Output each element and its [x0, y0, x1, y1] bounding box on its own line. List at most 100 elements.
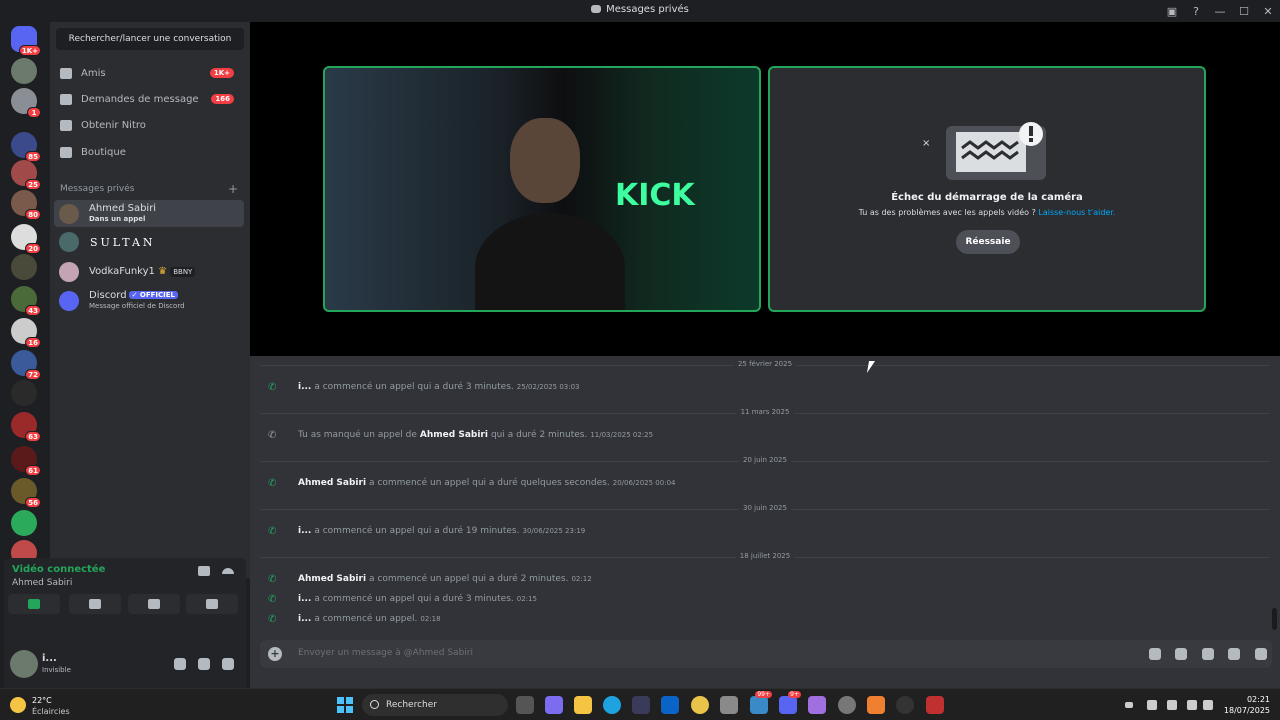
nav-nitro[interactable]: Obtenir Nitro [54, 112, 244, 138]
user-mention[interactable]: i... [298, 594, 311, 604]
home-button[interactable]: 1K+ [11, 26, 41, 56]
sticker-icon[interactable] [1202, 648, 1214, 660]
nav-friends[interactable]: Amis 1K+ [54, 60, 244, 86]
neon-sign: KICK [615, 178, 695, 213]
server-icon[interactable]: 61 [11, 446, 41, 476]
help-link[interactable]: Laisse-nous t'aider. [1038, 208, 1115, 217]
server-icon[interactable] [11, 510, 37, 536]
user-mention[interactable]: Ahmed Sabiri [298, 574, 366, 584]
date-divider: 18 juillet 2025 [260, 552, 1270, 560]
copilot-icon[interactable] [545, 696, 563, 714]
game-icon[interactable] [808, 696, 826, 714]
gear-icon[interactable] [222, 658, 234, 670]
apps-icon[interactable] [1255, 648, 1267, 660]
call-log-message: ✆ Ahmed Sabiri a commencé un appel qui a d… [268, 478, 676, 489]
soundboard-button[interactable] [186, 594, 238, 614]
phone-icon: ✆ [268, 526, 277, 537]
nav-message-requests[interactable]: Demandes de message 166 [54, 86, 244, 112]
app-icon[interactable] [838, 696, 856, 714]
app-icon[interactable] [896, 696, 914, 714]
server-icon[interactable] [11, 380, 37, 406]
app-icon[interactable] [720, 696, 738, 714]
search-icon [370, 700, 379, 709]
unread-badge: 16 [25, 337, 41, 348]
video-tile-ahmed[interactable]: KICK [323, 66, 761, 312]
edge-icon[interactable] [603, 696, 621, 714]
messages-app-icon[interactable]: 99+ [750, 691, 772, 714]
user-mention[interactable]: i... [298, 382, 311, 392]
noise-suppression-icon[interactable] [198, 566, 210, 576]
server-icon[interactable]: 63 [11, 412, 41, 442]
requests-badge: 166 [211, 94, 234, 104]
server-icon[interactable]: 25 [11, 160, 41, 190]
gif-icon[interactable] [1175, 648, 1187, 660]
soundboard-icon [206, 599, 218, 609]
create-dm-button[interactable]: + [228, 182, 238, 196]
chrome-icon[interactable] [691, 696, 709, 714]
server-icon[interactable]: 72 [11, 350, 41, 380]
search-conversation-button[interactable]: Rechercher/lancer une conversation [56, 28, 244, 50]
app-icon[interactable] [867, 696, 885, 714]
close-button[interactable]: ✕ [1256, 5, 1280, 18]
attach-button[interactable]: + [268, 647, 282, 661]
nav-shop[interactable]: Boutique [54, 139, 244, 165]
discord-icon [591, 5, 602, 13]
retry-button[interactable]: Réessaie [956, 230, 1020, 254]
server-icon[interactable]: 43 [11, 286, 41, 316]
network-icon[interactable] [1187, 700, 1197, 710]
emoji-icon[interactable] [1228, 648, 1240, 660]
server-icon[interactable] [11, 58, 37, 84]
dm-vodkafunky1[interactable]: VodkaFunky1 ♛ BBNY [54, 258, 244, 285]
scrollbar[interactable] [1272, 608, 1277, 630]
chat-area: 25 février 2025 ✆ i... a commencé un appel … [250, 356, 1280, 688]
avatar[interactable] [10, 650, 38, 678]
server-icon[interactable]: 56 [11, 478, 41, 508]
user-mention[interactable]: Ahmed Sabiri [420, 430, 488, 440]
unread-badge: 63 [25, 431, 41, 442]
server-icon[interactable]: 85 [11, 132, 41, 162]
nitro-icon [60, 119, 72, 131]
cloud-icon[interactable] [1147, 700, 1157, 710]
server-icon[interactable]: 20 [11, 224, 41, 254]
phone-icon: ✆ [268, 594, 277, 605]
start-button[interactable] [337, 697, 353, 713]
headphones-icon[interactable] [198, 658, 210, 670]
taskbar-search[interactable]: Rechercher [362, 694, 508, 716]
chevron-up-icon[interactable] [1125, 702, 1133, 708]
user-mention[interactable]: Ahmed Sabiri [298, 478, 366, 488]
server-icon[interactable]: 16 [11, 318, 41, 348]
outlook-icon[interactable] [661, 696, 679, 714]
webcam-person [475, 108, 625, 310]
store-icon[interactable] [632, 696, 650, 714]
message-input[interactable]: Envoyer un message à @Ahmed Sabiri [298, 648, 473, 658]
discord-taskbar-icon[interactable]: 9+ [779, 691, 801, 714]
minimize-button[interactable]: — [1208, 5, 1232, 18]
server-icon[interactable]: 80 [11, 190, 41, 220]
file-explorer-icon[interactable] [574, 696, 592, 714]
disconnect-icon[interactable] [222, 568, 234, 574]
server-icon[interactable] [11, 254, 37, 280]
maximize-button[interactable]: ☐ [1232, 5, 1256, 18]
camera-error-subtitle: Tu as des problèmes avec les appels vidé… [858, 208, 1116, 217]
camera-button[interactable] [8, 594, 60, 614]
task-view-icon[interactable] [516, 696, 534, 714]
dm-discord[interactable]: Discord ✓ OFFICIEL Message officiel de Di… [54, 287, 244, 314]
user-mention[interactable]: i... [298, 614, 311, 624]
user-mention[interactable]: i... [298, 526, 311, 536]
svg-text:×: × [922, 138, 930, 149]
microphone-icon[interactable] [1167, 700, 1177, 710]
screen-share-button[interactable] [69, 594, 121, 614]
activity-button[interactable] [128, 594, 180, 614]
dm-sultan[interactable]: SULTAN [54, 228, 244, 255]
inbox-icon[interactable]: ▣ [1160, 5, 1184, 18]
app-icon[interactable] [926, 696, 944, 714]
server-icon[interactable]: 1 [11, 88, 41, 118]
friends-badge: 1K+ [209, 68, 234, 78]
call-log-message: ✆ i... a commencé un appel qui a duré 3 mi… [268, 594, 537, 605]
clock[interactable]: 02:21 18/07/2025 [1224, 694, 1270, 716]
gift-icon[interactable] [1149, 648, 1161, 660]
dm-ahmed-sabiri[interactable]: Ahmed Sabiri Dans un appel [54, 200, 244, 227]
microphone-icon[interactable] [174, 658, 186, 670]
volume-icon[interactable] [1203, 700, 1213, 710]
help-icon[interactable]: ? [1184, 5, 1208, 18]
